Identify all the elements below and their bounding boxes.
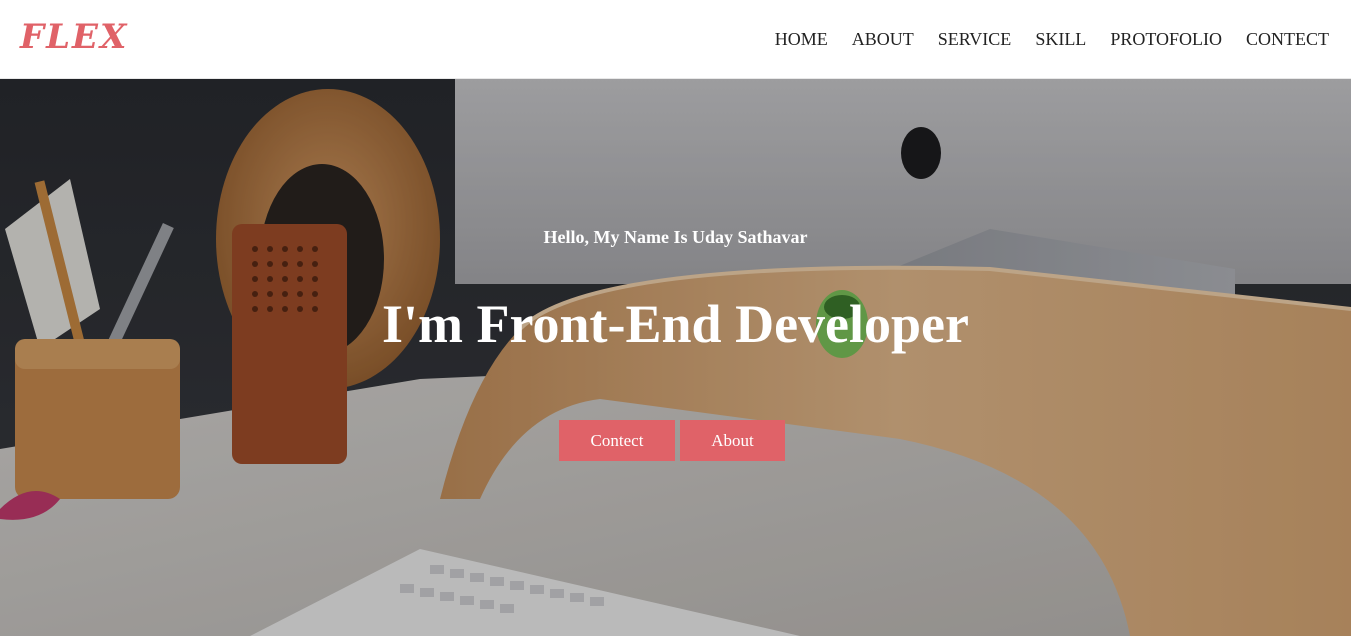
hero-section: Hello, My Name Is Uday Sathavar I'm Fron… <box>0 79 1351 636</box>
site-header: FLEX HOME ABOUT SERVICE SKILL PROTOFOLIO… <box>0 0 1351 79</box>
nav-item-about[interactable]: ABOUT <box>840 30 926 48</box>
hero-greeting: Hello, My Name Is Uday Sathavar <box>543 227 808 247</box>
hero-headline: I'm Front-End Developer <box>382 294 969 354</box>
site-logo[interactable]: FLEX <box>20 20 128 54</box>
nav-item-skill[interactable]: SKILL <box>1023 30 1098 48</box>
main-nav: HOME ABOUT SERVICE SKILL PROTOFOLIO CONT… <box>763 30 1329 48</box>
nav-item-contact[interactable]: CONTECT <box>1234 30 1329 48</box>
hero-buttons: Contect About <box>559 420 785 461</box>
nav-item-home[interactable]: HOME <box>763 30 840 48</box>
hero-content: Hello, My Name Is Uday Sathavar I'm Fron… <box>0 79 1351 636</box>
contact-button[interactable]: Contect <box>559 420 675 461</box>
nav-item-portfolio[interactable]: PROTOFOLIO <box>1098 30 1234 48</box>
about-button[interactable]: About <box>680 420 785 461</box>
nav-item-service[interactable]: SERVICE <box>926 30 1024 48</box>
